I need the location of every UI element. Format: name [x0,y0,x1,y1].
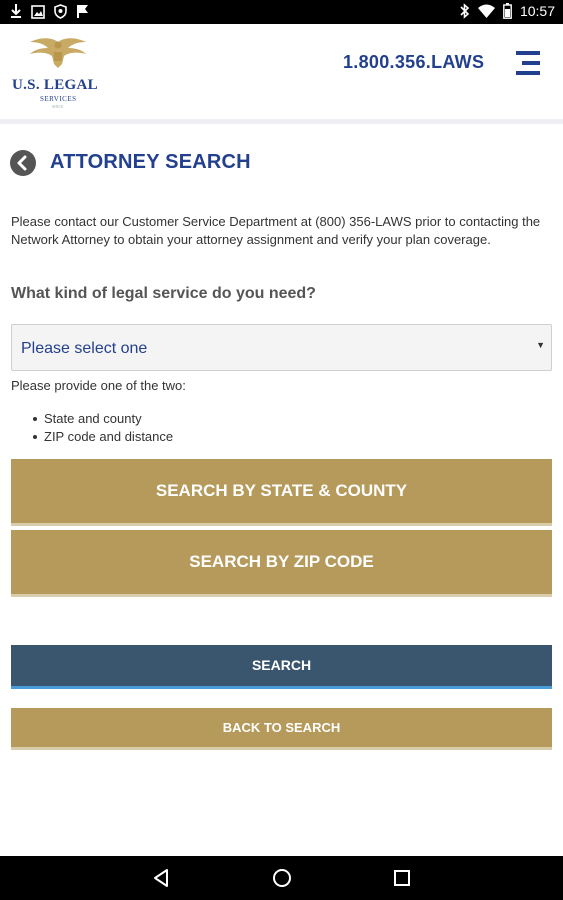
intro-text: Please contact our Customer Service Depa… [11,214,541,247]
legal-service-select[interactable]: Please select one ▼ [11,324,552,371]
search-by-zip-code-button[interactable]: SEARCH BY ZIP CODE [11,530,552,597]
select-value: Please select one [21,340,148,357]
header-divider [0,119,563,124]
battery-icon [503,3,512,19]
chevron-left-icon [17,155,27,171]
caret-down-icon: ▼ [536,340,545,350]
flag-icon [77,5,88,18]
home-circle-icon[interactable] [270,866,294,890]
logo-subtext: SERVICES [40,95,77,103]
status-left-icons [10,4,89,19]
image-icon [31,4,45,19]
wifi-icon [477,4,495,18]
status-right-icons: 10:57 [459,3,555,19]
recents-square-icon[interactable] [390,866,414,890]
phone-number-link[interactable]: 1.800.356.LAWS [343,52,484,73]
app-header: U.S. LEGAL SERVICES SINCE 1.800.356.LAWS [0,24,563,119]
search-by-state-county-button[interactable]: SEARCH BY STATE & COUNTY [11,459,552,526]
eagle-icon [30,38,86,68]
logo-tagline: SINCE [52,104,64,109]
options-list: State and county ZIP code and distance [30,410,173,446]
bluetooth-icon [460,3,470,19]
menu-icon[interactable] [514,50,542,76]
vpn-icon [54,4,67,19]
list-item: ZIP code and distance [30,428,173,446]
status-time: 10:57 [519,3,555,19]
search-button[interactable]: SEARCH [11,645,552,689]
back-triangle-icon[interactable] [150,866,174,890]
logo-text: U.S. LEGAL [12,77,98,93]
status-bar: 10:57 [0,0,563,24]
back-to-search-button[interactable]: BACK TO SEARCH [11,708,552,750]
list-item: State and county [30,410,173,428]
android-nav-bar [0,856,563,900]
back-button[interactable] [10,150,36,176]
page-title: ATTORNEY SEARCH [50,151,251,173]
service-question: What kind of legal service do you need? [11,285,316,302]
download-icon [11,4,21,18]
us-legal-logo[interactable]: U.S. LEGAL SERVICES SINCE [10,34,106,109]
provide-text: Please provide one of the two: [11,378,186,393]
